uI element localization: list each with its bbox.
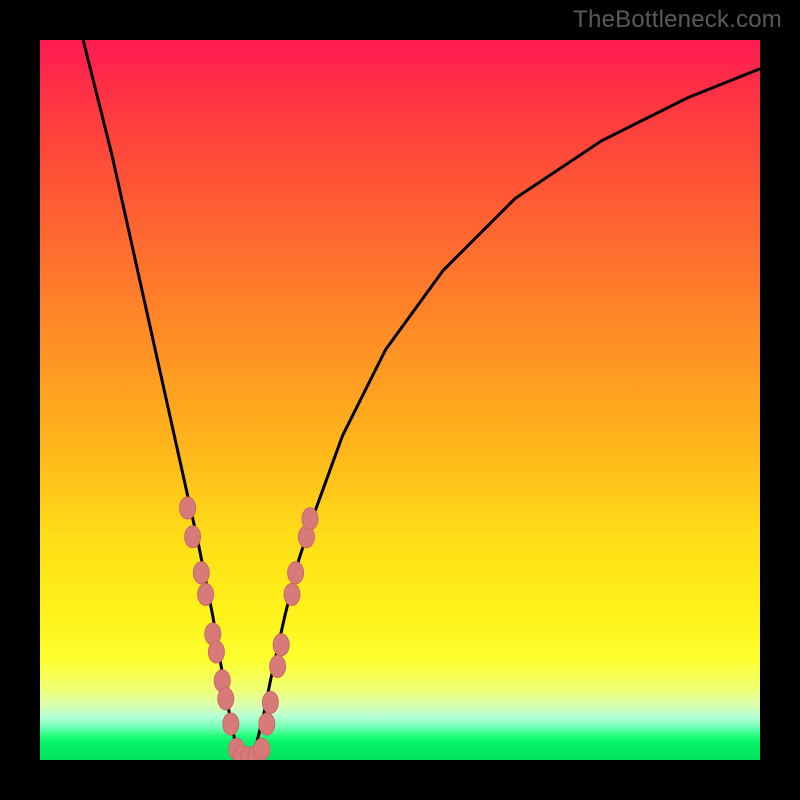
- plot-area: [40, 40, 760, 760]
- marker-point: [288, 562, 304, 584]
- marker-point: [180, 497, 196, 519]
- marker-point: [223, 713, 239, 735]
- watermark-text: TheBottleneck.com: [573, 6, 782, 34]
- marker-point: [259, 713, 275, 735]
- marker-point: [218, 688, 234, 710]
- marker-point: [254, 738, 270, 760]
- chart-frame: TheBottleneck.com: [0, 0, 800, 800]
- marker-point: [273, 634, 289, 656]
- bottleneck-curve: [83, 40, 760, 760]
- marker-point: [284, 583, 300, 605]
- marker-group: [180, 497, 318, 760]
- marker-point: [262, 691, 278, 713]
- marker-point: [302, 508, 318, 530]
- marker-point: [198, 583, 214, 605]
- curve-svg: [40, 40, 760, 760]
- marker-point: [270, 655, 286, 677]
- marker-point: [208, 641, 224, 663]
- marker-point: [185, 526, 201, 548]
- marker-point: [193, 562, 209, 584]
